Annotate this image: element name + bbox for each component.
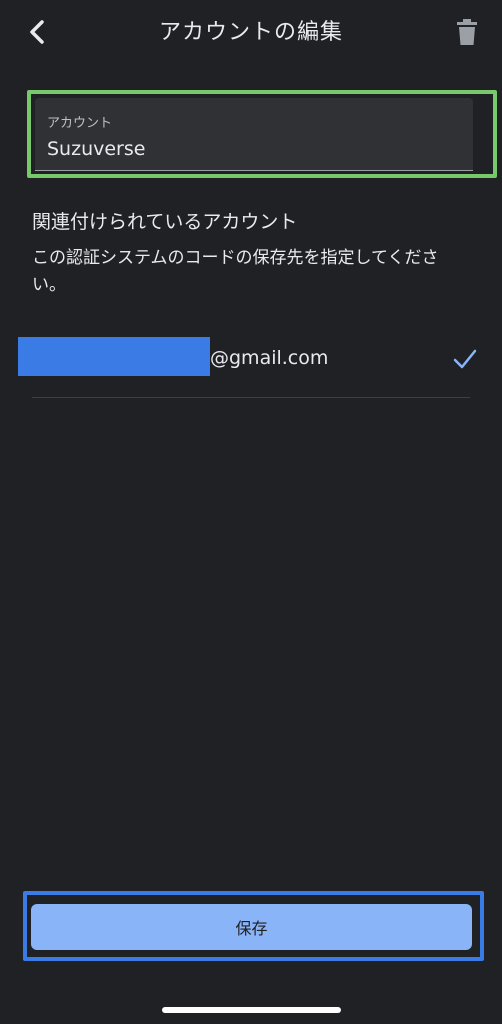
save-button[interactable]: 保存 xyxy=(31,904,472,950)
delete-button[interactable] xyxy=(453,18,481,48)
linked-account-title: 関連付けられているアカウント xyxy=(32,211,298,233)
account-name-input[interactable] xyxy=(47,138,447,160)
email-redaction xyxy=(18,337,210,376)
linked-account-description: この認証システムのコードの保存先を指定してください。 xyxy=(32,248,439,295)
account-field-highlight: アカウント xyxy=(27,90,497,178)
trash-icon xyxy=(457,19,477,45)
linked-account-option[interactable]: @gmail.com xyxy=(0,320,502,398)
row-divider xyxy=(32,397,470,398)
home-indicator[interactable] xyxy=(162,1007,341,1013)
check-icon xyxy=(453,349,477,369)
page-title: アカウントの編集 xyxy=(158,20,343,45)
app-header: アカウントの編集 xyxy=(0,0,502,64)
account-field-label: アカウント xyxy=(47,116,113,131)
save-button-highlight: 保存 xyxy=(23,891,484,961)
account-name-field[interactable]: アカウント xyxy=(35,98,473,171)
email-domain: @gmail.com xyxy=(210,347,329,369)
